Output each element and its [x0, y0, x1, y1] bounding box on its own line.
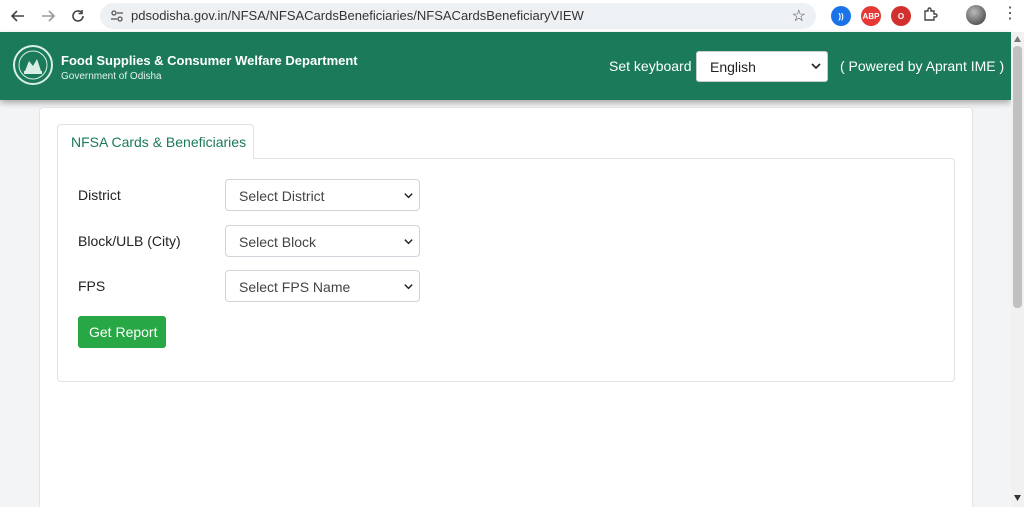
- powered-by-text: ( Powered by Aprant IME ): [840, 58, 1005, 74]
- fps-select[interactable]: Select FPS Name: [225, 270, 420, 302]
- tab-nfsa-cards-beneficiaries[interactable]: NFSA Cards & Beneficiaries: [57, 124, 254, 159]
- reload-button[interactable]: [66, 4, 90, 28]
- tab-label: NFSA Cards & Beneficiaries: [71, 134, 247, 150]
- report-form-panel: District Select District Block/ULB (City…: [57, 158, 955, 382]
- odisha-emblem-logo: [13, 45, 53, 85]
- district-label: District: [78, 187, 121, 203]
- url-text: pdsodisha.gov.in/NFSA/NFSACardsBeneficia…: [131, 8, 584, 23]
- forward-arrow-icon: [42, 10, 55, 22]
- speaker-extension-icon[interactable]: )): [831, 6, 851, 26]
- fps-selected: Select FPS Name: [239, 279, 351, 295]
- language-selected: English: [710, 59, 756, 75]
- scroll-up-arrow-icon[interactable]: [1014, 36, 1021, 42]
- keyboard-label: Set keyboard: [609, 58, 692, 74]
- chevron-down-icon: [404, 193, 413, 199]
- reload-icon: [72, 10, 84, 22]
- browser-menu-icon[interactable]: ⋮: [1002, 6, 1018, 22]
- profile-avatar[interactable]: [966, 5, 986, 25]
- opera-icon[interactable]: O: [891, 6, 911, 26]
- address-bar[interactable]: pdsodisha.gov.in/NFSA/NFSACardsBeneficia…: [100, 3, 816, 29]
- adblock-icon[interactable]: ABP: [861, 6, 881, 26]
- main-card: NFSA Cards & Beneficiaries District Sele…: [39, 107, 973, 507]
- chevron-down-icon: [404, 284, 413, 290]
- scroll-down-arrow-icon[interactable]: [1014, 495, 1021, 501]
- site-info-icon[interactable]: [110, 9, 124, 23]
- government-name: Government of Odisha: [61, 71, 162, 82]
- chevron-down-icon: [811, 63, 821, 70]
- department-name: Food Supplies & Consumer Welfare Departm…: [61, 53, 358, 68]
- forward-button[interactable]: [36, 4, 60, 28]
- block-select[interactable]: Select Block: [225, 225, 420, 257]
- language-select[interactable]: English: [696, 51, 828, 82]
- block-selected: Select Block: [239, 234, 317, 250]
- back-button[interactable]: [6, 4, 30, 28]
- site-header: Food Supplies & Consumer Welfare Departm…: [0, 32, 1011, 100]
- browser-toolbar: pdsodisha.gov.in/NFSA/NFSACardsBeneficia…: [0, 0, 1024, 32]
- bookmark-star-icon[interactable]: ☆: [792, 6, 806, 26]
- fps-label: FPS: [78, 278, 106, 294]
- scrollbar-thumb[interactable]: [1013, 46, 1022, 308]
- get-report-button[interactable]: Get Report: [78, 316, 166, 348]
- chevron-down-icon: [404, 239, 413, 245]
- get-report-label: Get Report: [89, 324, 158, 340]
- extensions-puzzle-icon[interactable]: [922, 7, 938, 28]
- district-selected: Select District: [239, 188, 325, 204]
- back-arrow-icon: [11, 10, 24, 22]
- block-label: Block/ULB (City): [78, 233, 181, 249]
- district-select[interactable]: Select District: [225, 179, 420, 211]
